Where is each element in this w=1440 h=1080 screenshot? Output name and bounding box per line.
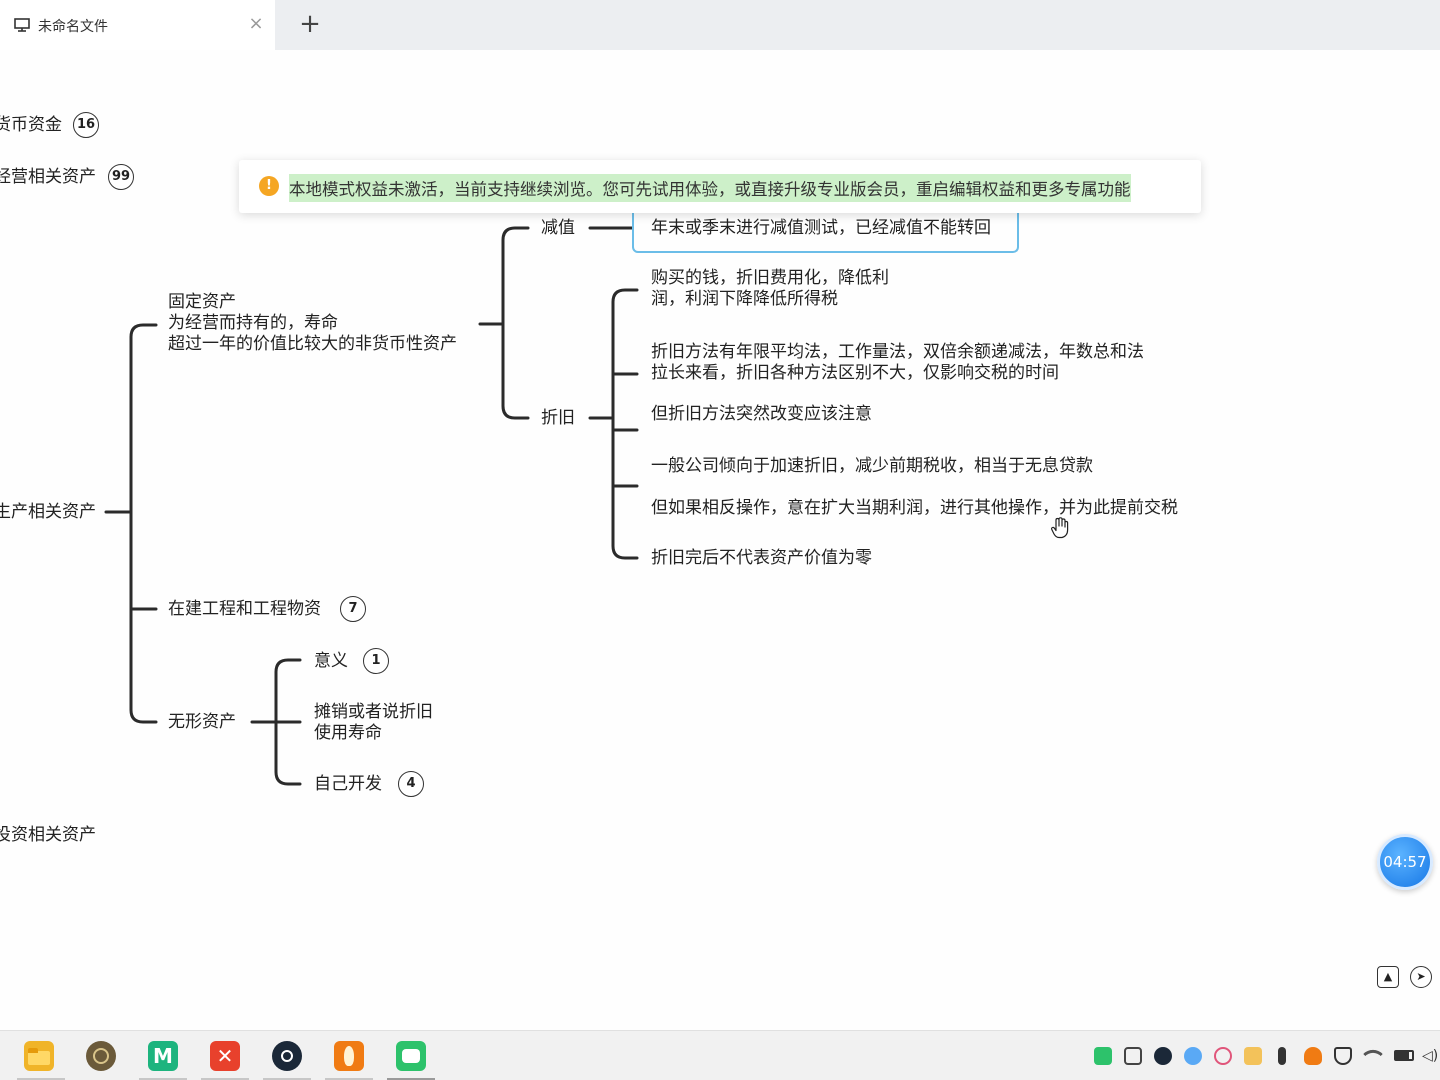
node-self-development[interactable]: 自己开发	[314, 774, 382, 795]
node-production-assets[interactable]: 生产相关资产	[0, 502, 96, 523]
capture-tray-icon[interactable]	[1124, 1047, 1142, 1065]
huorong-icon[interactable]	[334, 1041, 364, 1071]
file-manager-tray-icon[interactable]	[1244, 1047, 1262, 1065]
tab-title: 未命名文件	[38, 19, 108, 35]
expand-icon[interactable]: ▲	[1377, 966, 1399, 988]
count-badge[interactable]: 7	[340, 596, 366, 622]
node-amortization[interactable]: 摊销或者说折旧 使用寿命	[314, 702, 433, 744]
hand-cursor-icon	[1051, 517, 1069, 539]
node-line: 购买的钱，折旧费用化，降低利	[651, 268, 889, 288]
wechat-tray-icon[interactable]	[1094, 1047, 1112, 1065]
node-depreciation-item[interactable]: 购买的钱，折旧费用化，降低利 润，利润下降降低所得税	[651, 268, 889, 310]
count-badge[interactable]: 1	[363, 648, 389, 674]
app-window: 未命名文件 × + 货币资金 16 经营相关资产 99 生产相关资产 投资相关资…	[0, 0, 1440, 1080]
steam-tray-icon[interactable]	[1154, 1047, 1172, 1065]
node-line: 固定资产	[168, 292, 236, 312]
node-depreciation-item[interactable]: 一般公司倾向于加速折旧，减少前期税收，相当于无息贷款	[651, 456, 1093, 477]
node-operating-assets[interactable]: 经营相关资产	[0, 167, 96, 188]
notice-text: 本地模式权益未激活，当前支持继续浏览。您可先试用体验，或直接升级专业版会员，重启…	[289, 174, 1131, 202]
node-depreciation-item[interactable]: 但如果相反操作，意在扩大当期利润，进行其他操作，并为此提前交税	[651, 498, 1178, 519]
node-line: 使用寿命	[314, 723, 382, 743]
node-investment-assets[interactable]: 投资相关资产	[0, 825, 96, 846]
node-impairment-note[interactable]: 年末或季末进行减值测试，已经减值不能转回	[651, 218, 991, 239]
security-tray-icon[interactable]	[1334, 1047, 1352, 1065]
node-depreciation[interactable]: 折旧	[541, 408, 575, 429]
node-line: 摊销或者说折旧	[314, 702, 433, 722]
locate-icon[interactable]: ➤	[1410, 966, 1432, 988]
license-notice: ! 本地模式权益未激活，当前支持继续浏览。您可先试用体验，或直接升级专业版会员，…	[239, 160, 1201, 213]
count-badge[interactable]: 16	[73, 112, 99, 138]
mindmap-app-icon[interactable]	[396, 1041, 426, 1071]
microphone-tray-icon[interactable]	[1278, 1047, 1286, 1065]
timer-badge[interactable]: 04:57	[1377, 834, 1433, 890]
tab-bar: 未命名文件 × +	[0, 0, 1440, 50]
node-line: 润，利润下降降低所得税	[651, 289, 838, 309]
monitor-icon	[14, 18, 30, 32]
volume-tray-icon[interactable]: ◁)	[1422, 1047, 1438, 1065]
tab-untitled[interactable]: 未命名文件 ×	[0, 0, 275, 50]
count-badge[interactable]: 4	[398, 771, 424, 797]
mindmaster-icon[interactable]: M	[148, 1041, 178, 1071]
baidu-netdisk-tray-icon[interactable]	[1184, 1047, 1202, 1065]
node-line: 为经营而持有的，寿命	[168, 313, 338, 333]
node-line: 折旧方法有年限平均法，工作量法，双倍余额递减法，年数总和法	[651, 342, 1144, 362]
steam-icon[interactable]	[272, 1041, 302, 1071]
file-explorer-icon[interactable]	[24, 1041, 54, 1071]
node-line: 拉长来看，折旧各种方法区别不大，仅影响交税的时间	[651, 363, 1059, 383]
node-line: 但折旧方法突然改变应该注意	[651, 404, 872, 424]
node-monetary-funds[interactable]: 货币资金	[0, 115, 62, 136]
node-line: 但如果相反操作，意在扩大当期利润，进行其他操作，并为此提前交税	[651, 498, 1178, 518]
warning-icon: !	[259, 176, 279, 196]
node-construction[interactable]: 在建工程和工程物资	[168, 599, 321, 620]
wifi-tray-icon[interactable]	[1363, 1044, 1383, 1064]
node-impairment[interactable]: 减值	[541, 218, 575, 239]
node-line: 超过一年的价值比较大的非货币性资产	[168, 334, 457, 354]
node-intangible-assets[interactable]: 无形资产	[168, 712, 236, 733]
close-icon[interactable]: ×	[246, 13, 266, 34]
node-line: 一般公司倾向于加速折旧，减少前期税收，相当于无息贷款	[651, 456, 1093, 476]
count-badge[interactable]: 99	[108, 164, 134, 190]
node-depreciation-item[interactable]: 折旧方法有年限平均法，工作量法，双倍余额递减法，年数总和法 拉长来看，折旧各种方…	[651, 342, 1144, 384]
compass-app-icon[interactable]	[86, 1041, 116, 1071]
fire-tray-icon[interactable]	[1304, 1047, 1322, 1065]
taskbar: M ✕ ◁)	[0, 1030, 1440, 1080]
xmind-icon[interactable]: ✕	[210, 1041, 240, 1071]
app-tray-icon[interactable]	[1214, 1047, 1232, 1065]
node-meaning[interactable]: 意义	[314, 651, 348, 672]
node-line: 折旧完后不代表资产价值为零	[651, 548, 872, 568]
mindmap-canvas[interactable]: 货币资金 16 经营相关资产 99 生产相关资产 投资相关资产 固定资产 为经营…	[0, 50, 1440, 1030]
plus-icon[interactable]: +	[297, 9, 323, 39]
node-depreciation-item[interactable]: 折旧完后不代表资产价值为零	[651, 548, 872, 569]
node-fixed-assets[interactable]: 固定资产 为经营而持有的，寿命 超过一年的价值比较大的非货币性资产	[168, 292, 457, 355]
battery-tray-icon[interactable]	[1394, 1050, 1414, 1061]
node-depreciation-item[interactable]: 但折旧方法突然改变应该注意	[651, 404, 872, 425]
